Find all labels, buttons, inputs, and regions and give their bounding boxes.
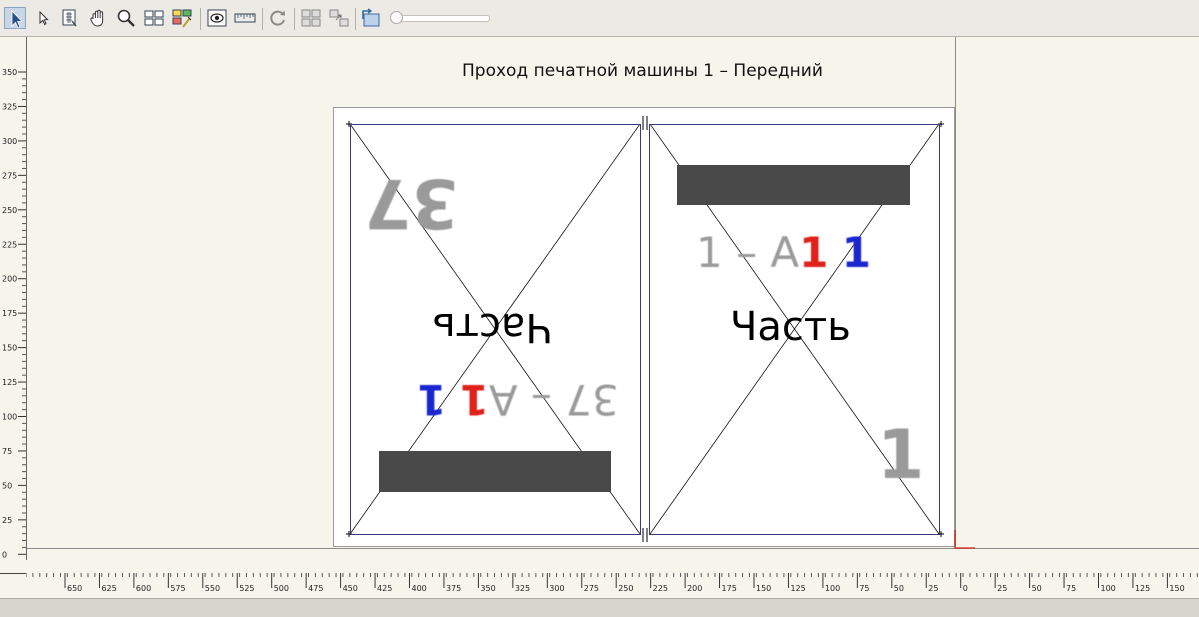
ruler-label: 0: [963, 584, 968, 593]
ruler-label: 500: [274, 584, 289, 593]
ruler-label: 250: [618, 584, 633, 593]
ruler-label: 225: [2, 240, 17, 249]
canvas-boundary-horizontal: [27, 548, 1199, 549]
ruler-label: 25: [997, 584, 1007, 593]
zoom-icon[interactable]: [115, 7, 137, 29]
layout-icon[interactable]: [143, 7, 165, 29]
toolbar-separator: [200, 8, 201, 30]
ruler-label: 325: [515, 584, 530, 593]
select-arrow-icon[interactable]: [4, 7, 26, 29]
ruler-label: 400: [412, 584, 427, 593]
ruler-label: 200: [2, 275, 17, 284]
ruler-label: 300: [549, 584, 564, 593]
right-panel-number: 1: [877, 416, 925, 495]
panel-icon-2[interactable]: [328, 7, 350, 29]
ruler-icon[interactable]: [234, 7, 256, 29]
ruler-label: 175: [2, 309, 17, 318]
ruler-label: 575: [170, 584, 185, 593]
right-code-red: 1: [799, 228, 829, 277]
panel-icon-1[interactable]: [300, 7, 322, 29]
ruler-label: 350: [480, 584, 495, 593]
ruler-label: 175: [722, 584, 737, 593]
ruler-label: 600: [136, 584, 151, 593]
left-panel-part-label: Часть: [432, 304, 553, 350]
toolbar-separator: [262, 8, 263, 30]
ruler-label: 125: [790, 584, 805, 593]
left-code-prefix: 37 – A: [488, 375, 619, 424]
ruler-label: 50: [894, 584, 904, 593]
ruler-label: 0: [2, 550, 7, 559]
ruler-label: 75: [2, 447, 12, 456]
ruler-label: 25: [2, 516, 12, 525]
pointer-icon[interactable]: [32, 7, 54, 29]
ruler-label: 300: [2, 137, 17, 146]
ruler-label: 100: [2, 413, 17, 422]
ruler-label: 250: [2, 206, 17, 215]
left-code-blue: 1: [417, 375, 447, 424]
ruler-label: 50: [2, 481, 12, 490]
ruler-label: 450: [343, 584, 358, 593]
fit-icon[interactable]: [360, 7, 382, 29]
ruler-label: 650: [67, 584, 82, 593]
left-panel-bar: [379, 451, 611, 492]
ruler-label: 25: [928, 584, 938, 593]
ruler-label: 75: [1066, 584, 1076, 593]
right-panel-part-label: Часть: [730, 304, 851, 350]
right-code-prefix: 1 – A: [696, 228, 800, 277]
vertical-ruler: 350 325 300 275 250 225 200 175 150 125 100 75 50 25 0: [0, 37, 27, 560]
right-panel-code: 1 – A1 1: [696, 228, 871, 277]
toolbar-separator: [294, 8, 295, 30]
zoom-slider-handle[interactable]: [390, 11, 403, 24]
page-title: Проход печатной машины 1 – Передний: [462, 61, 823, 81]
page-grid-icon[interactable]: [59, 7, 81, 29]
ruler-label: 75: [859, 584, 869, 593]
ruler-label: 525: [239, 584, 254, 593]
ruler-label: 550: [205, 584, 220, 593]
right-code-blue: 1: [841, 228, 871, 277]
ruler-label: 375: [446, 584, 461, 593]
ruler-label: 50: [1032, 584, 1042, 593]
ruler-label: 325: [2, 102, 17, 111]
right-panel-bar: [677, 165, 910, 205]
origin-marker: [954, 530, 975, 549]
ruler-label: 475: [308, 584, 323, 593]
left-panel-code: 37 – A1 1: [417, 375, 619, 424]
left-panel-number: 37: [364, 163, 459, 242]
rotate-icon[interactable]: [267, 7, 289, 29]
zoom-slider-track[interactable]: [392, 15, 490, 22]
ruler-label: 150: [1169, 584, 1184, 593]
toolbar-separator: [355, 8, 356, 30]
ruler-label: 100: [825, 584, 840, 593]
toolbar: [0, 0, 1199, 37]
horizontal-scrollbar[interactable]: [0, 598, 1199, 617]
horizontal-ruler: 650 625 600 575 550 525 500 475 450 425 400 375 350 3…: [26, 560, 1199, 598]
ruler-label: 150: [756, 584, 771, 593]
ruler-label: 625: [101, 584, 116, 593]
ruler-label: 125: [1135, 584, 1150, 593]
print-sheet: 37 Часть 37 – A1 1 1 – A1 1 Часть 1: [333, 107, 955, 547]
ruler-label: 275: [2, 171, 17, 180]
ruler-label: 200: [687, 584, 702, 593]
ruler-label: 125: [2, 378, 17, 387]
ruler-label: 350: [2, 68, 17, 77]
hand-icon[interactable]: [87, 7, 109, 29]
ruler-label: 100: [1101, 584, 1116, 593]
color-layout-icon[interactable]: [171, 7, 193, 29]
ruler-label: 275: [584, 584, 599, 593]
ruler-label: 425: [377, 584, 392, 593]
left-code-red: 1: [459, 375, 489, 424]
eye-icon[interactable]: [206, 7, 228, 29]
ruler-label: 150: [2, 344, 17, 353]
ruler-label: 225: [653, 584, 668, 593]
